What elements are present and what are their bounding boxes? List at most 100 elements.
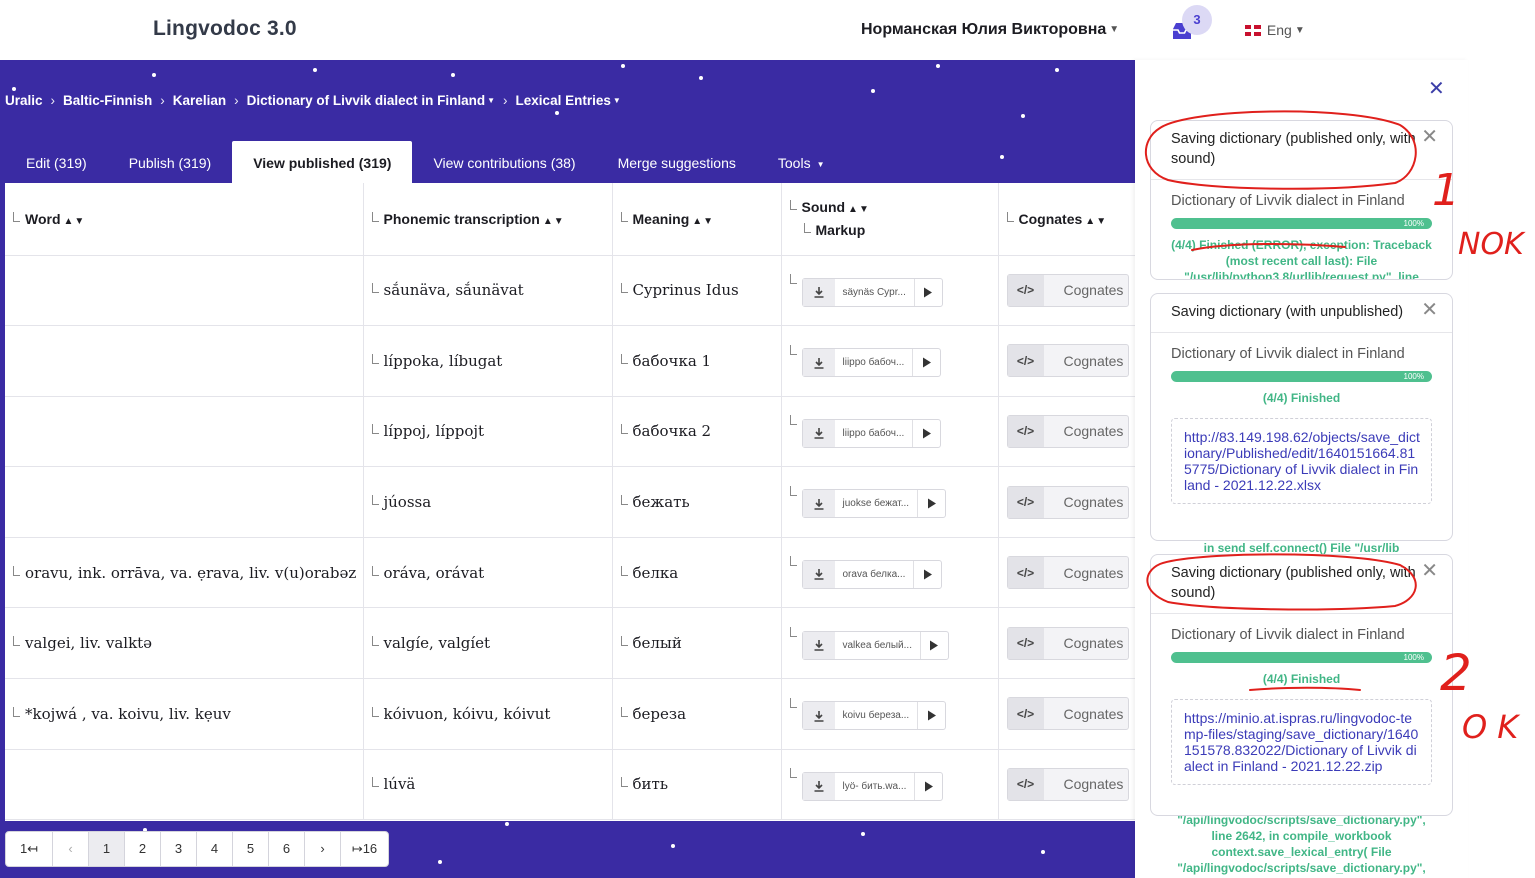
download-icon[interactable] <box>802 278 835 306</box>
download-icon[interactable] <box>802 490 835 518</box>
last-page-button[interactable]: ↦16 <box>341 832 388 866</box>
close-icon[interactable]: ✕ <box>1421 300 1438 320</box>
tab-merge-suggestions[interactable]: Merge suggestions <box>597 141 757 183</box>
user-menu[interactable]: Норманская Юлия Викторовна ▼ <box>861 21 1119 39</box>
cell-word <box>5 396 364 468</box>
breadcrumb-item[interactable]: Baltic-Finnish <box>63 93 152 108</box>
cell-word: *kojwá , va. koivu, liv. kẹuv <box>5 678 364 750</box>
prev-page-button[interactable]: ‹ <box>53 832 89 866</box>
cell-phonemic: valgíe, valgíet <box>363 607 613 680</box>
cell-cognates: </> Cognates <box>998 749 1135 821</box>
download-icon[interactable] <box>802 560 835 588</box>
cell-word: oravu, ink. orrāva, va. ẹrava, liv. v(u)… <box>5 537 364 609</box>
download-link[interactable]: https://minio.at.ispras.ru/lingvodoc-tem… <box>1171 699 1432 785</box>
first-page-button[interactable]: 1↤ <box>6 832 53 866</box>
cell-phonemic: oráva, orávat <box>363 537 613 609</box>
download-icon[interactable] <box>802 772 835 800</box>
tasks-count-badge[interactable]: 3 <box>1182 5 1212 35</box>
download-icon[interactable] <box>802 631 835 659</box>
sound-player: orava белка... <box>801 559 943 589</box>
tree-corner-icon <box>620 565 628 576</box>
star-decoration <box>936 64 940 68</box>
sort-icon[interactable]: ▲▼ <box>692 216 714 227</box>
app-logo[interactable]: Lingvodoc 3.0 <box>153 17 297 41</box>
breadcrumb-dictionary[interactable]: Dictionary of Livvik dialect in Finland ▼ <box>247 93 495 108</box>
star-decoration <box>671 844 675 848</box>
sound-filename: valkea белый... <box>842 639 912 651</box>
column-header-sound[interactable]: Sound ▲▼ Markup <box>781 183 999 256</box>
column-header-phonemic[interactable]: Phonemic transcription ▲▼ <box>363 183 613 256</box>
play-icon[interactable] <box>914 772 942 800</box>
cognates-button[interactable]: </> Cognates <box>1006 697 1129 731</box>
cognates-button[interactable]: </> Cognates <box>1006 556 1129 590</box>
sort-icon[interactable]: ▲▼ <box>543 216 565 227</box>
cognates-button[interactable]: </> Cognates <box>1006 767 1129 801</box>
lexical-entries-table: Word ▲▼ Phonemic transcription ▲▼ Meaning ▲… <box>5 183 1135 821</box>
column-header-cognates[interactable]: Cognates ▲▼ <box>998 183 1135 256</box>
tree-corner-icon <box>620 283 628 294</box>
page-button[interactable]: 1 <box>89 832 125 866</box>
play-icon[interactable] <box>917 490 945 518</box>
tree-corner-icon <box>371 636 379 647</box>
close-icon[interactable]: ✕ <box>1428 76 1445 101</box>
cognates-button[interactable]: </> Cognates <box>1006 273 1129 307</box>
tree-corner-icon <box>620 636 628 647</box>
column-header-meaning[interactable]: Meaning ▲▼ <box>612 183 782 256</box>
table-row: lúvä бить lyö- бить.wa... </> Cognates <box>5 749 1135 821</box>
annotation-label-ok: OK <box>1462 708 1528 746</box>
download-icon[interactable] <box>802 702 835 730</box>
task-title: Saving dictionary (with unpublished) <box>1171 304 1404 320</box>
tab-view-published[interactable]: View published (319) <box>232 141 413 183</box>
sort-icon[interactable]: ▲▼ <box>64 216 86 227</box>
page-button[interactable]: 5 <box>233 832 269 866</box>
tab-tools[interactable]: Tools ▼ <box>757 141 846 183</box>
star-decoration <box>152 73 156 77</box>
code-icon: </> <box>1007 274 1044 306</box>
play-icon[interactable] <box>917 702 945 730</box>
next-page-button[interactable]: › <box>305 832 341 866</box>
cognates-button[interactable]: </> Cognates <box>1006 626 1129 660</box>
caret-down-icon: ▼ <box>612 96 621 105</box>
page-button[interactable]: 3 <box>161 832 197 866</box>
sort-icon[interactable]: ▲▼ <box>848 204 870 215</box>
tree-corner-icon <box>789 199 797 210</box>
page-button[interactable]: 4 <box>197 832 233 866</box>
tree-corner-icon <box>620 353 628 364</box>
close-icon[interactable]: ✕ <box>1421 127 1438 147</box>
play-icon[interactable] <box>912 419 940 447</box>
play-icon[interactable] <box>919 631 948 659</box>
cell-sound: orava белка... <box>781 537 999 609</box>
task-card: Saving dictionary (published only, with … <box>1150 120 1453 280</box>
tab-view-contributions[interactable]: View contributions (38) <box>412 141 596 183</box>
page-button[interactable]: 6 <box>269 832 305 866</box>
cell-sound: säynäs Cypr... <box>781 255 999 327</box>
play-icon[interactable] <box>912 349 940 377</box>
breadcrumb-perspective[interactable]: Lexical Entries ▼ <box>516 93 621 108</box>
tree-corner-icon <box>789 627 797 638</box>
phonemic-text: sắunäva, sắunävat <box>383 281 524 300</box>
tab-edit[interactable]: Edit (319) <box>5 141 108 183</box>
download-icon[interactable] <box>802 419 835 447</box>
column-header-word[interactable]: Word ▲▼ <box>5 183 364 256</box>
language-selector[interactable]: Eng ▼ <box>1245 22 1305 38</box>
star-decoration <box>1021 114 1025 118</box>
download-icon[interactable] <box>802 349 835 377</box>
cell-cognates: </> Cognates <box>998 325 1135 397</box>
sort-icon[interactable]: ▲▼ <box>1085 216 1107 227</box>
tab-publish[interactable]: Publish (319) <box>108 141 233 183</box>
annotation-label-nok: NOK <box>1458 227 1526 262</box>
download-link[interactable]: http://83.149.198.62/objects/save_dictio… <box>1171 418 1432 504</box>
cognates-button[interactable]: </> Cognates <box>1006 485 1129 519</box>
top-header: Lingvodoc 3.0 Норманская Юлия Викторовна… <box>0 0 1468 60</box>
page-button[interactable]: 2 <box>125 832 161 866</box>
close-icon[interactable]: ✕ <box>1421 561 1438 581</box>
play-icon[interactable] <box>913 278 942 306</box>
cognates-button[interactable]: </> Cognates <box>1006 414 1129 448</box>
breadcrumb-item[interactable]: Uralic <box>5 93 43 108</box>
play-icon[interactable] <box>913 560 941 588</box>
meaning-text: бабочка 1 <box>632 351 712 370</box>
cell-phonemic: sắunäva, sắunävat <box>363 255 613 327</box>
cognates-button[interactable]: </> Cognates <box>1006 344 1129 378</box>
breadcrumb-item[interactable]: Karelian <box>173 93 226 108</box>
chevron-down-icon: ▼ <box>1294 25 1305 36</box>
